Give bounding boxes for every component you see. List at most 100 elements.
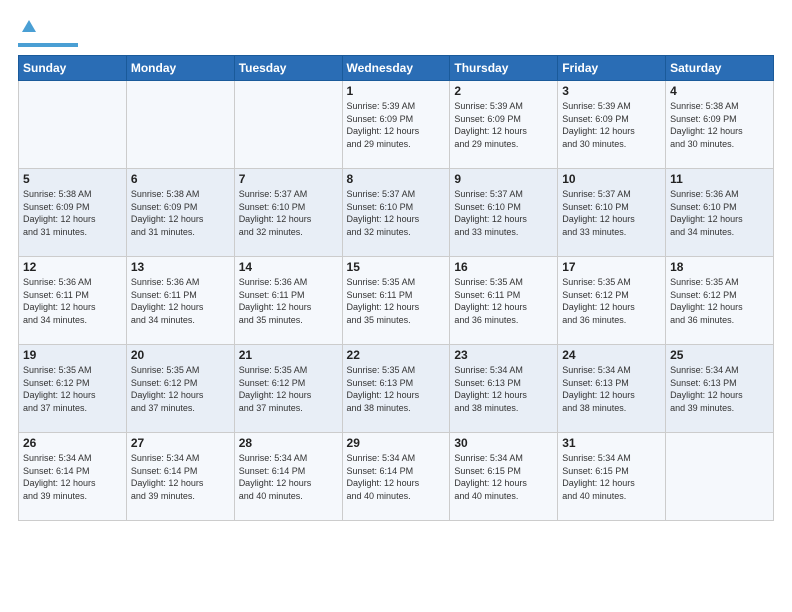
calendar-cell: 29 Sunrise: 5:34 AM Sunset: 6:14 PM Dayli… [342,433,450,521]
day-info: Sunrise: 5:34 AM Sunset: 6:13 PM Dayligh… [670,364,769,414]
calendar-cell: 31Sunrise: 5:34 AM Sunset: 6:15 PM Dayli… [558,433,666,521]
day-info: Sunrise: 5:37 AM Sunset: 6:10 PM Dayligh… [562,188,661,238]
week-row-2: 5 Sunrise: 5:38 AM Sunset: 6:09 PM Daylig… [19,169,774,257]
day-info: Sunrise: 5:35 AM Sunset: 6:12 PM Dayligh… [562,276,661,326]
calendar-cell: 5 Sunrise: 5:38 AM Sunset: 6:09 PM Daylig… [19,169,127,257]
day-number: 14 [239,260,338,274]
day-info: Sunrise: 5:35 AM Sunset: 6:12 PM Dayligh… [23,364,122,414]
calendar-header: SundayMondayTuesdayWednesdayThursdayFrid… [19,56,774,81]
day-info: Sunrise: 5:38 AM Sunset: 6:09 PM Dayligh… [23,188,122,238]
day-number: 29 [347,436,446,450]
day-info: Sunrise: 5:35 AM Sunset: 6:12 PM Dayligh… [670,276,769,326]
day-info: Sunrise: 5:35 AM Sunset: 6:13 PM Dayligh… [347,364,446,414]
calendar-cell [19,81,127,169]
day-info: Sunrise: 5:34 AM Sunset: 6:14 PM Dayligh… [131,452,230,502]
calendar-cell: 16 Sunrise: 5:35 AM Sunset: 6:11 PM Dayli… [450,257,558,345]
day-number: 22 [347,348,446,362]
day-info: Sunrise: 5:34 AM Sunset: 6:13 PM Dayligh… [454,364,553,414]
calendar-cell: 12 Sunrise: 5:36 AM Sunset: 6:11 PM Dayli… [19,257,127,345]
calendar-cell: 18 Sunrise: 5:35 AM Sunset: 6:12 PM Dayli… [666,257,774,345]
day-info: Sunrise: 5:34 AM Sunset: 6:14 PM Dayligh… [23,452,122,502]
logo [18,18,78,47]
day-header-sunday: Sunday [19,56,127,81]
day-header-monday: Monday [126,56,234,81]
calendar-cell: 26 Sunrise: 5:34 AM Sunset: 6:14 PM Dayli… [19,433,127,521]
calendar-cell: 30 Sunrise: 5:34 AM Sunset: 6:15 PM Dayli… [450,433,558,521]
day-info: Sunrise: 5:36 AM Sunset: 6:11 PM Dayligh… [23,276,122,326]
calendar-cell [234,81,342,169]
day-info: Sunrise: 5:34 AM Sunset: 6:13 PM Dayligh… [562,364,661,414]
day-number: 20 [131,348,230,362]
day-info: Sunrise: 5:37 AM Sunset: 6:10 PM Dayligh… [347,188,446,238]
calendar-cell: 27Sunrise: 5:34 AM Sunset: 6:14 PM Dayli… [126,433,234,521]
day-number: 15 [347,260,446,274]
calendar-cell: 24 Sunrise: 5:34 AM Sunset: 6:13 PM Dayli… [558,345,666,433]
calendar-cell: 28 Sunrise: 5:34 AM Sunset: 6:14 PM Dayli… [234,433,342,521]
calendar-table: SundayMondayTuesdayWednesdayThursdayFrid… [18,55,774,521]
day-info: Sunrise: 5:35 AM Sunset: 6:11 PM Dayligh… [454,276,553,326]
calendar-cell: 14Sunrise: 5:36 AM Sunset: 6:11 PM Dayli… [234,257,342,345]
day-header-tuesday: Tuesday [234,56,342,81]
calendar-cell: 11 Sunrise: 5:36 AM Sunset: 6:10 PM Dayli… [666,169,774,257]
calendar-cell [666,433,774,521]
day-number: 10 [562,172,661,186]
day-info: Sunrise: 5:34 AM Sunset: 6:15 PM Dayligh… [454,452,553,502]
day-info: Sunrise: 5:34 AM Sunset: 6:14 PM Dayligh… [347,452,446,502]
day-number: 2 [454,84,553,98]
day-header-friday: Friday [558,56,666,81]
day-info: Sunrise: 5:36 AM Sunset: 6:10 PM Dayligh… [670,188,769,238]
day-number: 25 [670,348,769,362]
day-number: 17 [562,260,661,274]
calendar-cell: 25 Sunrise: 5:34 AM Sunset: 6:13 PM Dayli… [666,345,774,433]
calendar-cell: 10 Sunrise: 5:37 AM Sunset: 6:10 PM Dayli… [558,169,666,257]
calendar-cell: 3Sunrise: 5:39 AM Sunset: 6:09 PM Daylig… [558,81,666,169]
day-info: Sunrise: 5:37 AM Sunset: 6:10 PM Dayligh… [239,188,338,238]
day-number: 24 [562,348,661,362]
week-row-5: 26 Sunrise: 5:34 AM Sunset: 6:14 PM Dayli… [19,433,774,521]
day-number: 3 [562,84,661,98]
day-header-wednesday: Wednesday [342,56,450,81]
week-row-1: 1 Sunrise: 5:39 AM Sunset: 6:09 PM Daylig… [19,81,774,169]
calendar-cell: 23 Sunrise: 5:34 AM Sunset: 6:13 PM Dayli… [450,345,558,433]
day-number: 12 [23,260,122,274]
day-info: Sunrise: 5:36 AM Sunset: 6:11 PM Dayligh… [131,276,230,326]
day-number: 13 [131,260,230,274]
calendar-body: 1 Sunrise: 5:39 AM Sunset: 6:09 PM Daylig… [19,81,774,521]
calendar-cell: 13 Sunrise: 5:36 AM Sunset: 6:11 PM Dayli… [126,257,234,345]
logo-text [18,18,38,40]
day-info: Sunrise: 5:38 AM Sunset: 6:09 PM Dayligh… [131,188,230,238]
logo-icon [20,18,38,36]
day-number: 23 [454,348,553,362]
day-number: 30 [454,436,553,450]
header [18,18,774,47]
day-number: 9 [454,172,553,186]
day-number: 16 [454,260,553,274]
calendar-cell: 4Sunrise: 5:38 AM Sunset: 6:09 PM Daylig… [666,81,774,169]
day-number: 21 [239,348,338,362]
calendar-cell: 22 Sunrise: 5:35 AM Sunset: 6:13 PM Dayli… [342,345,450,433]
day-number: 6 [131,172,230,186]
calendar-cell: 15Sunrise: 5:35 AM Sunset: 6:11 PM Dayli… [342,257,450,345]
page: SundayMondayTuesdayWednesdayThursdayFrid… [0,0,792,531]
day-info: Sunrise: 5:34 AM Sunset: 6:14 PM Dayligh… [239,452,338,502]
day-number: 5 [23,172,122,186]
day-number: 11 [670,172,769,186]
day-info: Sunrise: 5:39 AM Sunset: 6:09 PM Dayligh… [347,100,446,150]
calendar-cell: 20Sunrise: 5:35 AM Sunset: 6:12 PM Dayli… [126,345,234,433]
day-number: 26 [23,436,122,450]
calendar-cell [126,81,234,169]
week-row-3: 12 Sunrise: 5:36 AM Sunset: 6:11 PM Dayli… [19,257,774,345]
calendar-cell: 8Sunrise: 5:37 AM Sunset: 6:10 PM Daylig… [342,169,450,257]
day-number: 18 [670,260,769,274]
day-number: 19 [23,348,122,362]
logo-bar [18,43,78,47]
day-info: Sunrise: 5:39 AM Sunset: 6:09 PM Dayligh… [454,100,553,150]
day-info: Sunrise: 5:38 AM Sunset: 6:09 PM Dayligh… [670,100,769,150]
day-info: Sunrise: 5:34 AM Sunset: 6:15 PM Dayligh… [562,452,661,502]
day-number: 28 [239,436,338,450]
day-number: 1 [347,84,446,98]
calendar-cell: 6 Sunrise: 5:38 AM Sunset: 6:09 PM Daylig… [126,169,234,257]
day-header-thursday: Thursday [450,56,558,81]
calendar-cell: 7Sunrise: 5:37 AM Sunset: 6:10 PM Daylig… [234,169,342,257]
week-row-4: 19 Sunrise: 5:35 AM Sunset: 6:12 PM Dayli… [19,345,774,433]
